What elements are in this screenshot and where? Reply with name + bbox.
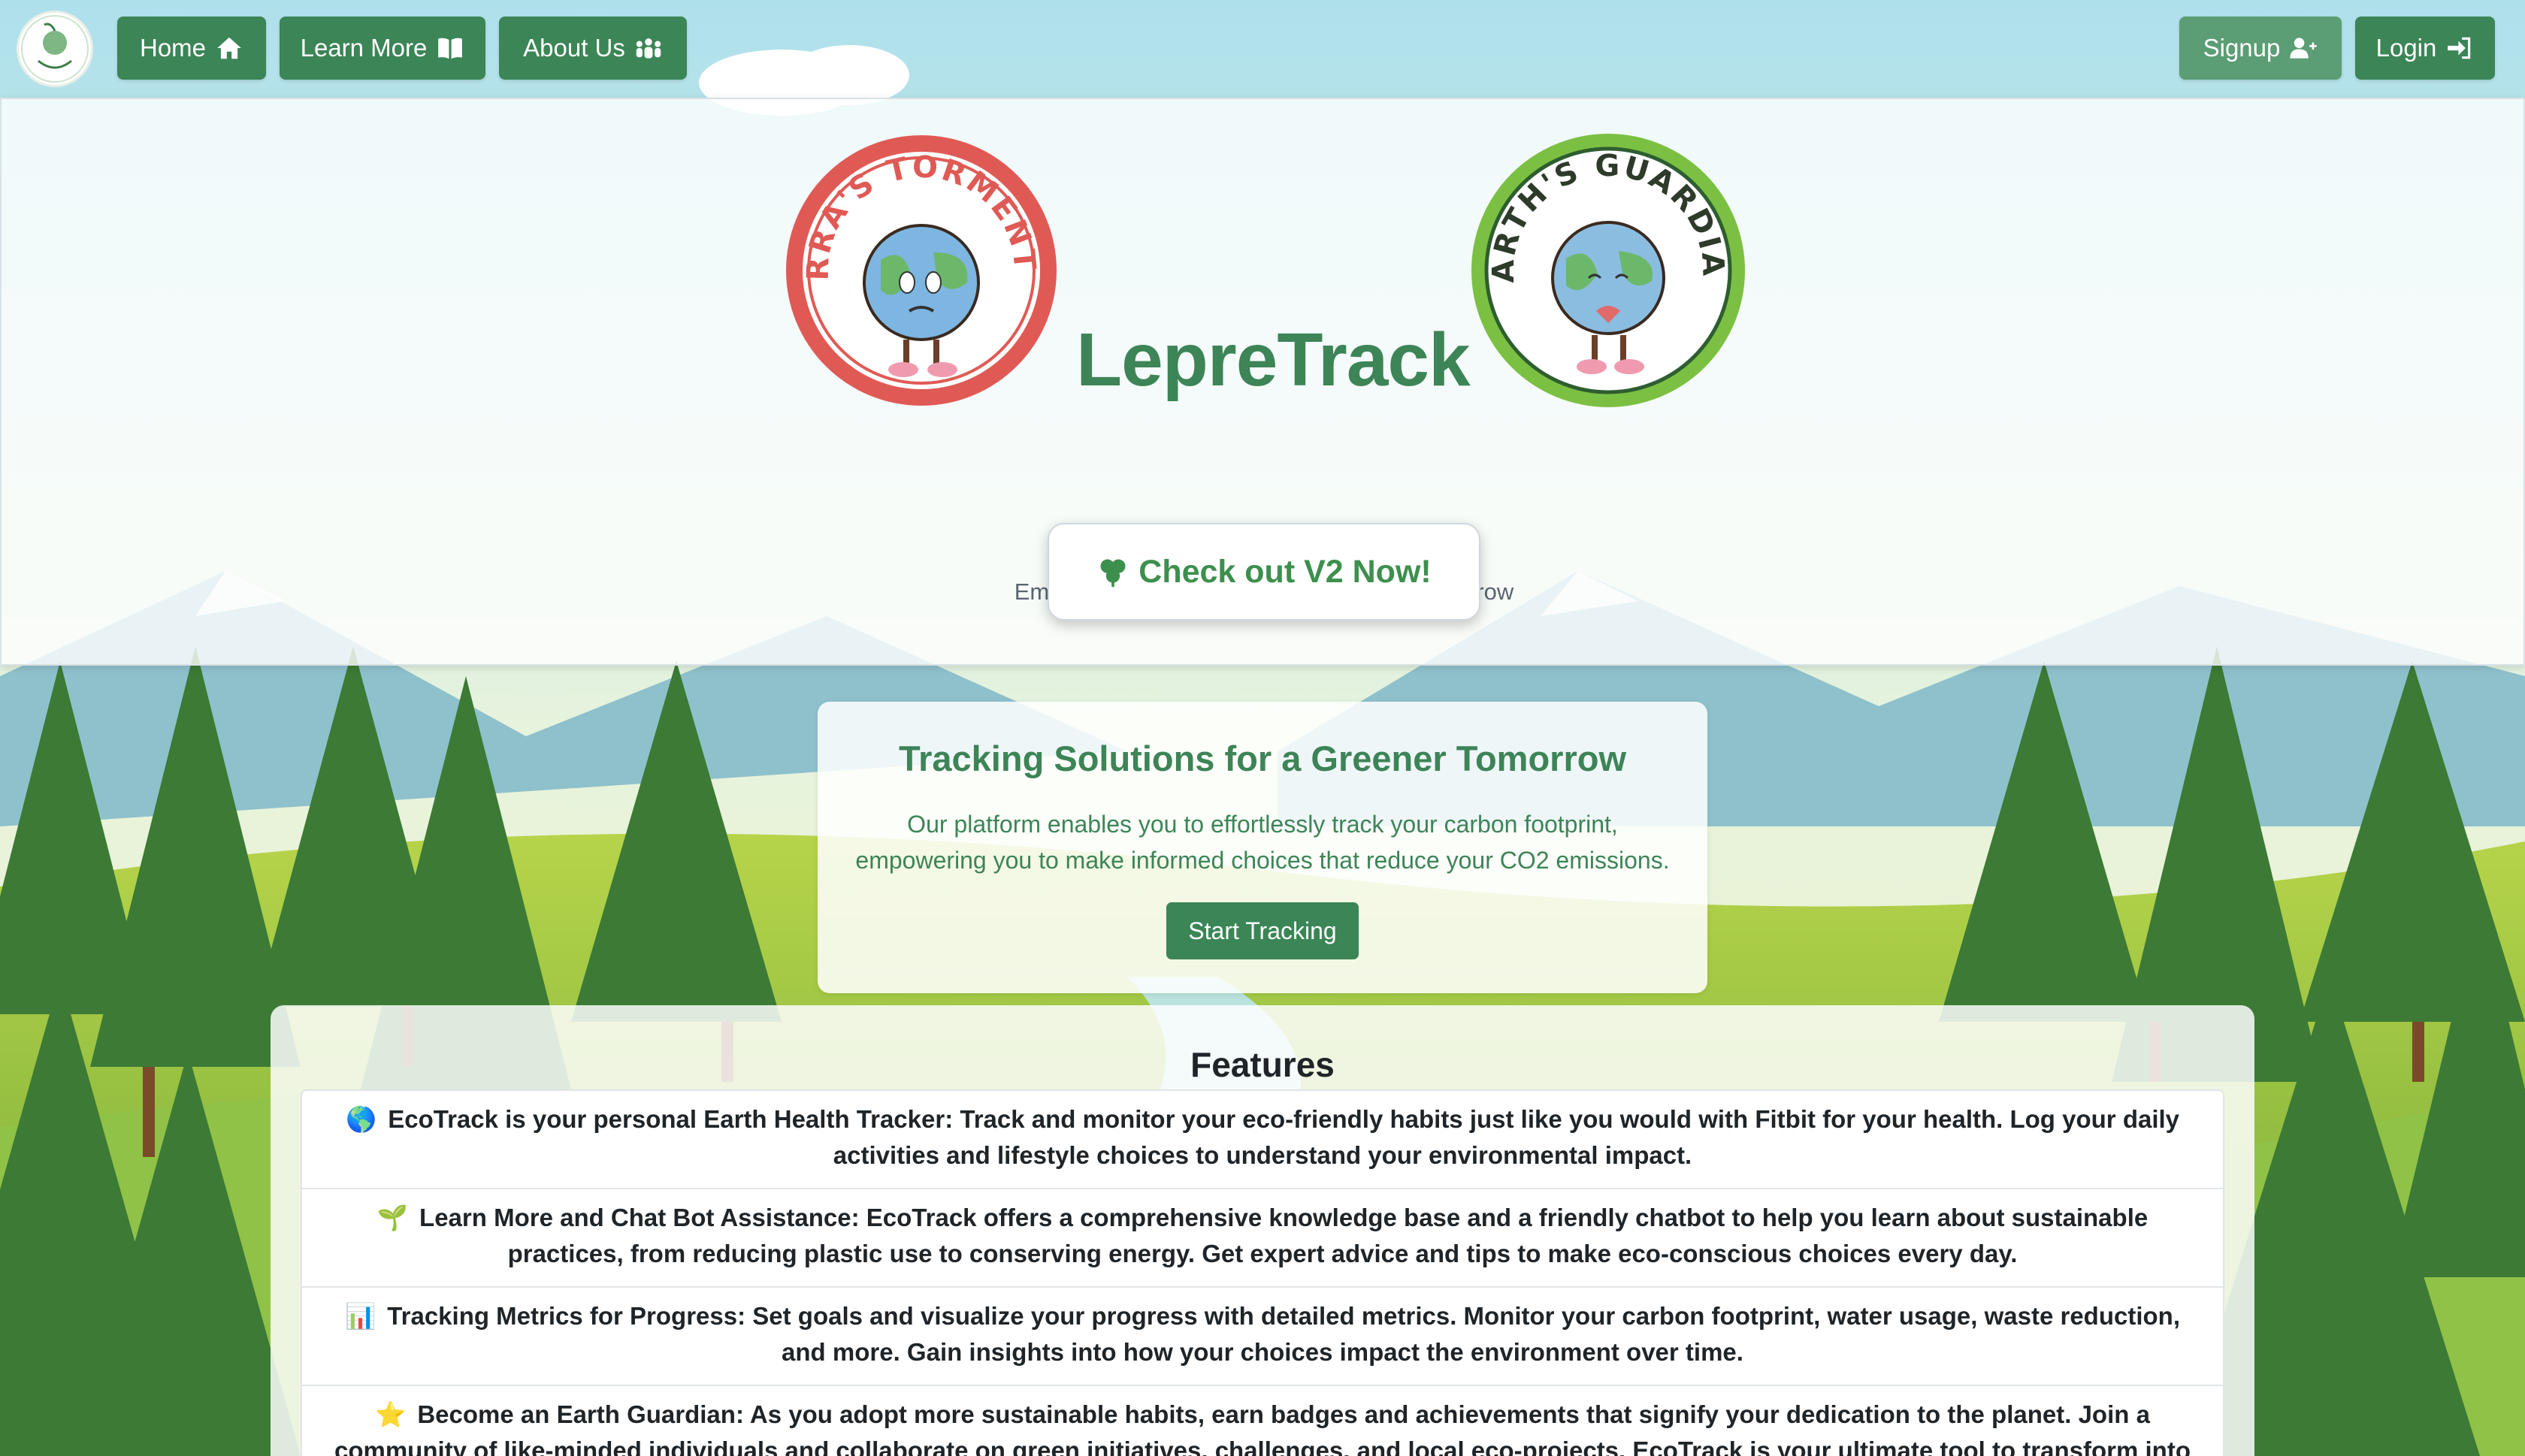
signup-button[interactable]: Signup bbox=[2179, 17, 2342, 80]
tracking-description-line-1: Our platform enables you to effortlessly… bbox=[907, 811, 1618, 838]
learn-more-label: Learn More bbox=[300, 34, 428, 62]
learn-more-button[interactable]: Learn More bbox=[280, 17, 485, 80]
tracking-description: Our platform enables you to effortlessly… bbox=[842, 806, 1683, 878]
feature-text: Become an Earth Guardian: As you adopt m… bbox=[334, 1400, 2191, 1456]
features-section: Features 🌎 EcoTrack is your personal Ear… bbox=[271, 1005, 2254, 1456]
feature-text: Tracking Metrics for Progress: Set goals… bbox=[387, 1302, 2180, 1366]
login-button[interactable]: Login bbox=[2355, 17, 2495, 80]
bar-chart-icon: 📊 bbox=[345, 1302, 376, 1330]
home-label: Home bbox=[139, 34, 207, 62]
hero-section: TERRA'S TORMENTOR LepreTrack EARTH'S GUA… bbox=[0, 98, 2525, 666]
people-group-icon bbox=[636, 38, 661, 59]
user-plus-icon bbox=[2290, 38, 2318, 59]
features-title: Features bbox=[1190, 1045, 1335, 1084]
about-us-label: About Us bbox=[523, 34, 625, 62]
brand-title: LepreTrack bbox=[1076, 318, 1471, 402]
tracking-description-line-2: empowering you to make informed choices … bbox=[855, 847, 1670, 874]
features-list: 🌎 EcoTrack is your personal Earth Health… bbox=[301, 1089, 2224, 1456]
tracking-title: Tracking Solutions for a Greener Tomorro… bbox=[898, 739, 1627, 778]
seedling-icon: 🌱 bbox=[376, 1204, 408, 1231]
feature-item-ecotrack: 🌎 EcoTrack is your personal Earth Health… bbox=[302, 1091, 2223, 1189]
top-navbar: Home Learn More About Us Signup Login bbox=[0, 0, 2525, 96]
feature-item-learn-more: 🌱 Learn More and Chat Bot Assistance: Ec… bbox=[302, 1189, 2223, 1288]
clover-icon bbox=[1100, 559, 1126, 588]
home-button[interactable]: Home bbox=[117, 17, 266, 80]
about-us-button[interactable]: About Us bbox=[499, 17, 687, 80]
home-icon bbox=[217, 37, 241, 59]
feature-text: Learn More and Chat Bot Assistance: EcoT… bbox=[419, 1204, 2149, 1267]
terras-tormentor-badge: TERRA'S TORMENTOR bbox=[783, 132, 1057, 406]
sign-in-icon bbox=[2448, 37, 2471, 59]
feature-item-earth-guardian: ⭐ Become an Earth Guardian: As you adopt… bbox=[302, 1386, 2223, 1456]
book-open-icon bbox=[438, 38, 463, 59]
start-tracking-button[interactable]: Start Tracking bbox=[1166, 902, 1359, 959]
star-icon: ⭐ bbox=[375, 1400, 407, 1428]
signup-label: Signup bbox=[2203, 34, 2281, 62]
feature-item-tracking-metrics: 📊 Tracking Metrics for Progress: Set goa… bbox=[302, 1288, 2223, 1386]
login-label: Login bbox=[2375, 34, 2437, 62]
globe-icon: 🌎 bbox=[345, 1105, 377, 1133]
check-out-v2-button[interactable]: Check out V2 Now! bbox=[1048, 523, 1480, 621]
feature-text: EcoTrack is your personal Earth Health T… bbox=[388, 1105, 2180, 1169]
tracking-solutions-card: Tracking Solutions for a Greener Tomorro… bbox=[818, 702, 1707, 993]
lepretrack-logo[interactable] bbox=[17, 11, 93, 87]
check-out-v2-label: Check out V2 Now! bbox=[1139, 553, 1432, 590]
earths-guardian-badge: EARTH'S GUARDIAN bbox=[1468, 131, 1745, 407]
logo-emblem bbox=[21, 15, 89, 83]
